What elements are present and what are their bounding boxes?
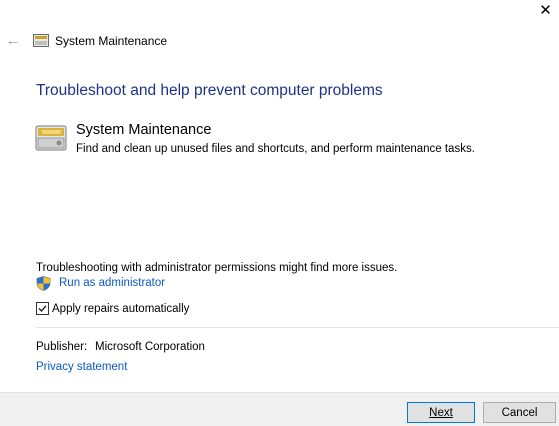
apply-repairs-label[interactable]: Apply repairs automatically [52,302,189,316]
next-button-label: Next [429,407,453,419]
close-icon: ✕ [539,2,552,19]
troubleshooter-description: Find and clean up unused files and short… [76,143,475,155]
checkmark-icon [38,305,47,313]
troubleshooter-icon [33,34,49,47]
window-title: System Maintenance [55,34,168,48]
cancel-button-label: Cancel [501,407,538,419]
footer-bar [0,392,559,426]
apply-repairs-checkbox[interactable] [36,302,49,315]
publisher-label: Publisher: [36,341,88,353]
next-button[interactable]: Next [407,402,475,423]
uac-shield-icon [36,276,51,291]
close-button[interactable]: ✕ [532,0,559,27]
system-maintenance-icon [35,125,67,151]
page-heading: Troubleshoot and help prevent computer p… [36,82,383,99]
publisher-value: Microsoft Corporation [95,341,205,353]
run-as-administrator-link[interactable]: Run as administrator [59,276,165,290]
admin-note: Troubleshooting with administrator permi… [36,262,398,274]
divider [36,327,559,328]
back-button[interactable]: ← [4,32,22,50]
privacy-statement-link[interactable]: Privacy statement [36,360,127,374]
back-arrow-icon: ← [5,32,21,49]
cancel-button[interactable]: Cancel [483,402,556,423]
troubleshooter-title: System Maintenance [76,122,212,138]
